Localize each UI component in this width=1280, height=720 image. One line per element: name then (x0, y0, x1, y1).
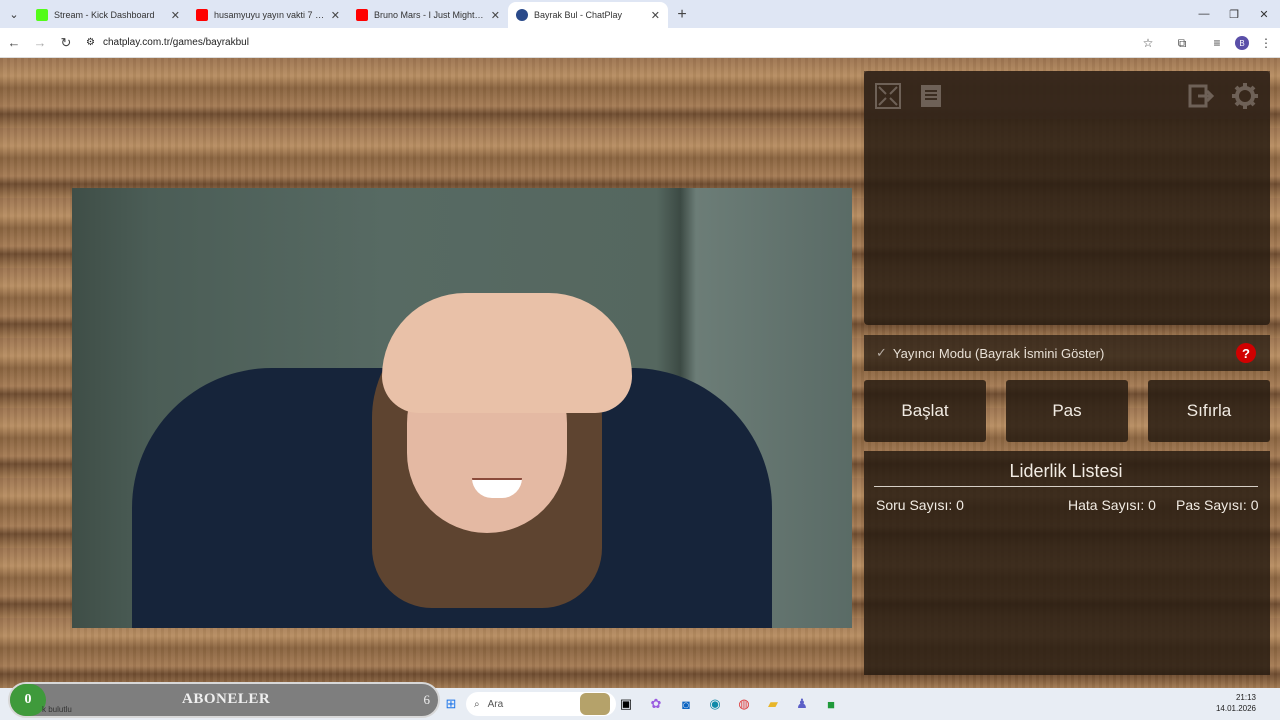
webcam-video (72, 188, 852, 628)
broadcaster-mode-toggle[interactable]: ✓ Yayıncı Modu (Bayrak İsmini Göster) ? (864, 335, 1270, 371)
checkmark-icon: ✓ (876, 345, 887, 360)
settings-gear-icon[interactable] (1226, 77, 1264, 115)
tab-youtube-stream[interactable]: husamyuyu yayın vakti 7 - YouT ✕ (188, 2, 348, 28)
reset-button[interactable]: Sıfırla (1148, 380, 1270, 442)
system-clock[interactable]: 21:13 14.01.2026 (1216, 692, 1256, 714)
copilot-icon[interactable]: ✿ (645, 693, 667, 715)
forward-icon[interactable]: → (28, 31, 52, 55)
youtube-favicon-icon (356, 9, 368, 21)
kick-favicon-icon (36, 9, 48, 21)
search-icon: ⌕ (474, 698, 480, 710)
error-count: Hata Sayısı: 0 (1068, 497, 1156, 513)
chatplay-favicon-icon (516, 9, 528, 21)
outlook-icon[interactable]: ◙ (675, 693, 697, 715)
close-tab-icon[interactable]: ✕ (491, 9, 500, 22)
start-button[interactable]: Başlat (864, 380, 986, 442)
list-document-icon[interactable] (912, 77, 950, 115)
news-widget-icon[interactable] (580, 693, 610, 715)
broadcaster-mode-label: Yayıncı Modu (Bayrak İsmini Göster) (892, 345, 1105, 361)
subscriber-count-badge: 0 (10, 684, 46, 716)
clock-time: 21:13 (1235, 693, 1256, 702)
tab-bayrak-bul[interactable]: Bayrak Bul - ChatPlay ✕ (508, 2, 668, 28)
reload-icon[interactable]: ↻ (54, 31, 78, 55)
webcam-person-hands (382, 293, 632, 413)
address-bar-row: ← → ↻ ⚙ chatplay.com.tr/games/bayrakbul (0, 28, 1280, 58)
subscribers-title: ABONELER (182, 691, 271, 707)
tab-kick-dashboard[interactable]: Stream - Kick Dashboard ✕ (28, 2, 188, 28)
leaderboard-panel: Liderlik Listesi Soru Sayısı: 0 Hata Say… (864, 451, 1270, 675)
bookmark-star-icon[interactable]: ☆ (1136, 31, 1160, 55)
profile-initial: B (1235, 36, 1249, 50)
flag-display-box (864, 71, 1270, 325)
game-control-panel: ✓ Yayıncı Modu (Bayrak İsmini Göster) ? … (864, 71, 1270, 675)
browser-menu-icon[interactable]: ⋮ (1254, 31, 1278, 55)
subscribers-widget: 0 k bulutlu ABONELER 6 (8, 682, 440, 718)
media-control-icon[interactable]: ≡ (1205, 31, 1229, 55)
youtube-favicon-icon (196, 9, 208, 21)
tab-title: Bruno Mars - I Just Might [Offic (374, 10, 485, 20)
tab-title: husamyuyu yayın vakti 7 - YouT (214, 10, 325, 20)
edge-icon[interactable]: ◉ (704, 693, 726, 715)
pass-count: Pas Sayısı: 0 (1176, 497, 1259, 513)
file-explorer-icon[interactable]: ▰ (762, 693, 784, 715)
teams-icon[interactable]: ♟ (791, 693, 813, 715)
close-window-button[interactable]: ✕ (1248, 0, 1280, 28)
app-icon[interactable]: ■ (820, 693, 842, 715)
tab-title: Bayrak Bul - ChatPlay (534, 10, 623, 20)
exit-icon[interactable] (1182, 77, 1220, 115)
browser-tab-strip: ⌄ Stream - Kick Dashboard ✕ husamyuyu ya… (0, 0, 1280, 28)
url-field[interactable]: ⚙ chatplay.com.tr/games/bayrakbul (86, 37, 249, 48)
panel-toolbar (864, 71, 1270, 119)
question-count: Soru Sayısı: 0 (876, 497, 964, 513)
search-placeholder: Ara (487, 698, 504, 710)
task-view-icon[interactable]: ▣ (615, 693, 637, 715)
leaderboard-title: Liderlik Listesi (874, 461, 1258, 487)
close-tab-icon[interactable]: ✕ (331, 9, 340, 22)
fullscreen-icon[interactable] (869, 77, 907, 115)
minimize-button[interactable]: — (1188, 0, 1220, 28)
tab-youtube-music[interactable]: Bruno Mars - I Just Might [Offic ✕ (348, 2, 508, 28)
weather-text: k bulutlu (42, 705, 72, 714)
profile-avatar[interactable]: B (1230, 31, 1254, 55)
restore-button[interactable]: ❐ (1218, 0, 1250, 28)
site-info-icon[interactable]: ⚙ (86, 37, 95, 48)
help-button[interactable]: ? (1236, 343, 1256, 363)
back-icon[interactable]: ← (2, 31, 26, 55)
subscribers-number: 6 (423, 692, 431, 707)
tab-list-dropdown[interactable]: ⌄ (0, 0, 28, 28)
close-tab-icon[interactable]: ✕ (651, 9, 660, 22)
windows-start-icon[interactable]: ⊞ (440, 693, 462, 715)
tab-title: Stream - Kick Dashboard (54, 10, 155, 20)
new-tab-button[interactable]: + (668, 2, 696, 28)
clock-date: 14.01.2026 (1215, 704, 1256, 713)
extensions-icon[interactable]: ⧉ (1170, 31, 1194, 55)
pass-button[interactable]: Pas (1006, 380, 1128, 442)
chrome-icon[interactable]: ◍ (733, 693, 755, 715)
url-text: chatplay.com.tr/games/bayrakbul (102, 37, 249, 48)
close-tab-icon[interactable]: ✕ (171, 9, 180, 22)
